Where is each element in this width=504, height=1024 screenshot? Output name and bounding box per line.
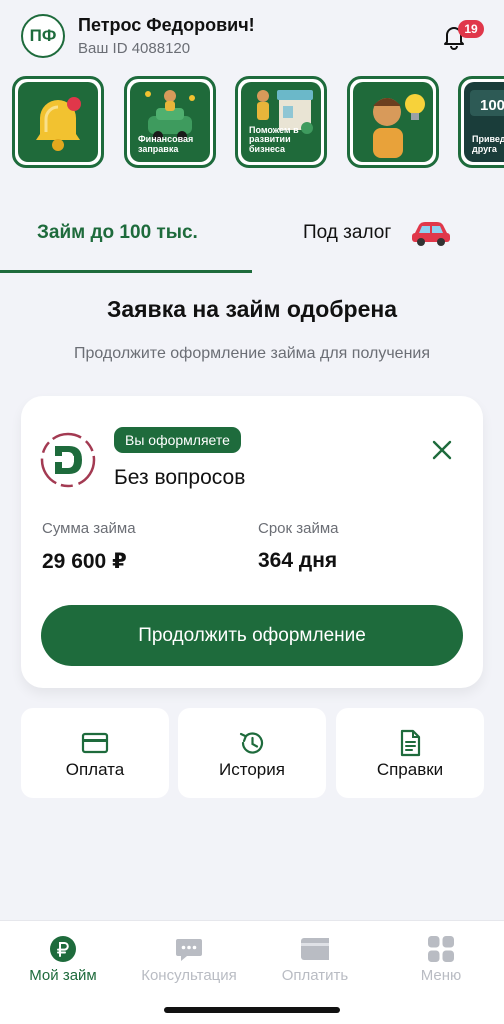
lightbulb-illustration [373,94,425,158]
loan-sum-value: 29 600 ₽ [42,550,127,573]
grid-icon [428,936,454,962]
nav-menu[interactable]: Меню [378,935,504,995]
user-id: Ваш ID 4088120 [78,40,191,57]
active-tab-indicator [0,270,252,273]
header: ПФ Петрос Федорович! Ваш ID 4088120 19 [0,0,504,72]
lender-logo [40,432,96,488]
nav-consultation-label: Консультация [141,967,237,984]
document-icon [400,729,421,757]
status-badge: Вы оформляете [114,427,241,453]
close-icon[interactable] [429,437,455,463]
home-indicator[interactable] [164,1007,340,1013]
certificates-tile[interactable]: Справки [336,708,484,798]
tab-collateral-label: Под залог [303,222,392,243]
bell-icon [36,97,81,151]
nav-consultation[interactable]: Консультация [126,935,252,995]
product-name: Без вопросов [114,466,246,489]
loan-card: Вы оформляете Без вопросов Сумма займа 2… [21,396,483,688]
loan-sum-label: Сумма займа [42,520,136,537]
page-title: Заявка на займ одобрена [106,296,398,322]
history-tile[interactable]: История [178,708,326,798]
page-subtitle: Продолжите оформление займа для получени… [73,345,431,362]
nav-pay-label: Оплатить [281,967,349,984]
nav-menu-label: Меню [420,967,462,984]
story-notifications[interactable] [12,76,104,168]
nav-my-loan[interactable]: Мой займ [0,935,126,995]
story-label: Поможем в развитии бизнеса [249,124,299,154]
tab-collateral[interactable]: Под залог [252,200,504,272]
story-business[interactable]: Поможем в развитии бизнеса [235,76,327,168]
nav-my-loan-label: Мой займ [29,967,97,984]
notification-badge: 19 [458,20,484,38]
avatar[interactable]: ПФ [21,14,65,58]
payment-tile[interactable]: Оплата [21,708,169,798]
nav-pay[interactable]: Оплатить [252,935,378,995]
story-referral-badge: 100 [480,97,504,114]
car-icon [412,222,450,246]
stories-carousel[interactable]: Финансовая заправка Поможем в развитии б… [12,76,504,168]
payment-tile-label: Оплата [65,760,125,779]
story-label: Финансовая заправка [138,134,194,154]
credit-card-icon [81,732,109,754]
chat-icon [176,939,202,961]
story-label: Приведи друга [472,134,504,154]
story-referral[interactable]: 100 Приведи друга [458,76,504,168]
story-idea[interactable] [347,76,439,168]
certificates-tile-label: Справки [376,760,444,779]
tab-loan[interactable]: Займ до 100 тыс. [0,200,252,272]
continue-button[interactable]: Продолжить оформление [41,605,463,666]
history-icon [239,732,264,754]
card-icon [301,938,329,960]
story-fuel[interactable]: Финансовая заправка [124,76,216,168]
ruble-icon [50,936,76,962]
loan-term-value: 364 дня [258,549,338,572]
user-name: Петрос Федорович! [78,15,255,35]
history-tile-label: История [219,760,285,779]
tab-loan-label: Займ до 100 тыс. [37,222,198,243]
loan-term-label: Срок займа [258,520,339,537]
